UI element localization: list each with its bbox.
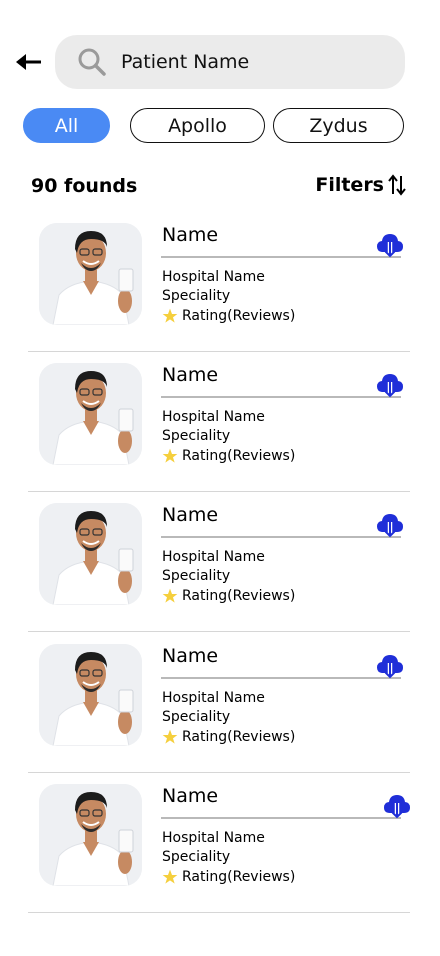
hospital-name: Hospital Name [162, 830, 265, 846]
doctor-card[interactable]: Name Hospital Name Speciality Rating(Rev… [28, 773, 410, 913]
back-arrow-icon[interactable] [14, 50, 44, 74]
star-icon [162, 869, 178, 884]
card-divider [28, 631, 410, 632]
name-underline [161, 256, 401, 258]
search-input[interactable] [121, 51, 381, 73]
doctor-card[interactable]: Name Hospital Name Speciality Rating(Rev… [28, 633, 410, 773]
rating: Rating(Reviews) [162, 869, 295, 885]
doctor-name: Name [162, 504, 219, 526]
cloud-download-icon[interactable] [376, 652, 404, 680]
cloud-download-icon[interactable] [376, 231, 404, 259]
doctor-name: Name [162, 785, 219, 807]
doctor-search-screen: All Apollo Zydus 90 founds Filters Name … [0, 0, 440, 956]
star-icon [162, 308, 178, 323]
doctor-photo [39, 503, 142, 605]
doctor-photo [39, 363, 142, 465]
doctor-name: Name [162, 364, 219, 386]
hospital-name: Hospital Name [162, 269, 265, 285]
rating: Rating(Reviews) [162, 729, 295, 745]
sort-icon [388, 174, 406, 196]
name-underline [161, 817, 401, 819]
star-icon [162, 588, 178, 603]
doctor-name: Name [162, 645, 219, 667]
hospital-name: Hospital Name [162, 549, 265, 565]
speciality: Speciality [162, 709, 231, 725]
filters-label: Filters [315, 174, 384, 196]
doctor-name: Name [162, 224, 219, 246]
doctor-card[interactable]: Name Hospital Name Speciality Rating(Rev… [28, 212, 410, 352]
card-divider [28, 912, 410, 913]
rating-text: Rating(Reviews) [182, 448, 296, 464]
speciality: Speciality [162, 428, 231, 444]
star-icon [162, 448, 178, 463]
doctor-card[interactable]: Name Hospital Name Speciality Rating(Rev… [28, 492, 410, 632]
rating: Rating(Reviews) [162, 448, 295, 464]
cloud-download-icon[interactable] [376, 511, 404, 539]
hospital-name: Hospital Name [162, 409, 265, 425]
star-icon [162, 729, 178, 744]
doctor-photo [39, 784, 142, 886]
speciality: Speciality [162, 288, 231, 304]
rating-text: Rating(Reviews) [182, 869, 296, 885]
name-underline [161, 396, 401, 398]
doctor-photo [39, 644, 142, 746]
speciality: Speciality [162, 568, 231, 584]
name-underline [161, 677, 401, 679]
cloud-download-icon[interactable] [376, 371, 404, 399]
search-icon [78, 48, 106, 76]
rating-text: Rating(Reviews) [182, 588, 296, 604]
doctor-card[interactable]: Name Hospital Name Speciality Rating(Rev… [28, 352, 410, 492]
search-bar[interactable] [55, 35, 405, 89]
rating: Rating(Reviews) [162, 588, 295, 604]
speciality: Speciality [162, 849, 231, 865]
rating-text: Rating(Reviews) [182, 729, 296, 745]
name-underline [161, 536, 401, 538]
chip-apollo[interactable]: Apollo [130, 108, 265, 143]
cloud-download-icon[interactable] [383, 792, 411, 820]
doctor-photo [39, 223, 142, 325]
chip-all[interactable]: All [23, 108, 110, 143]
hospital-name: Hospital Name [162, 690, 265, 706]
chip-zydus[interactable]: Zydus [273, 108, 404, 143]
filters-button[interactable]: Filters [315, 174, 406, 196]
rating: Rating(Reviews) [162, 308, 295, 324]
rating-text: Rating(Reviews) [182, 308, 296, 324]
results-count: 90 founds [31, 175, 138, 197]
